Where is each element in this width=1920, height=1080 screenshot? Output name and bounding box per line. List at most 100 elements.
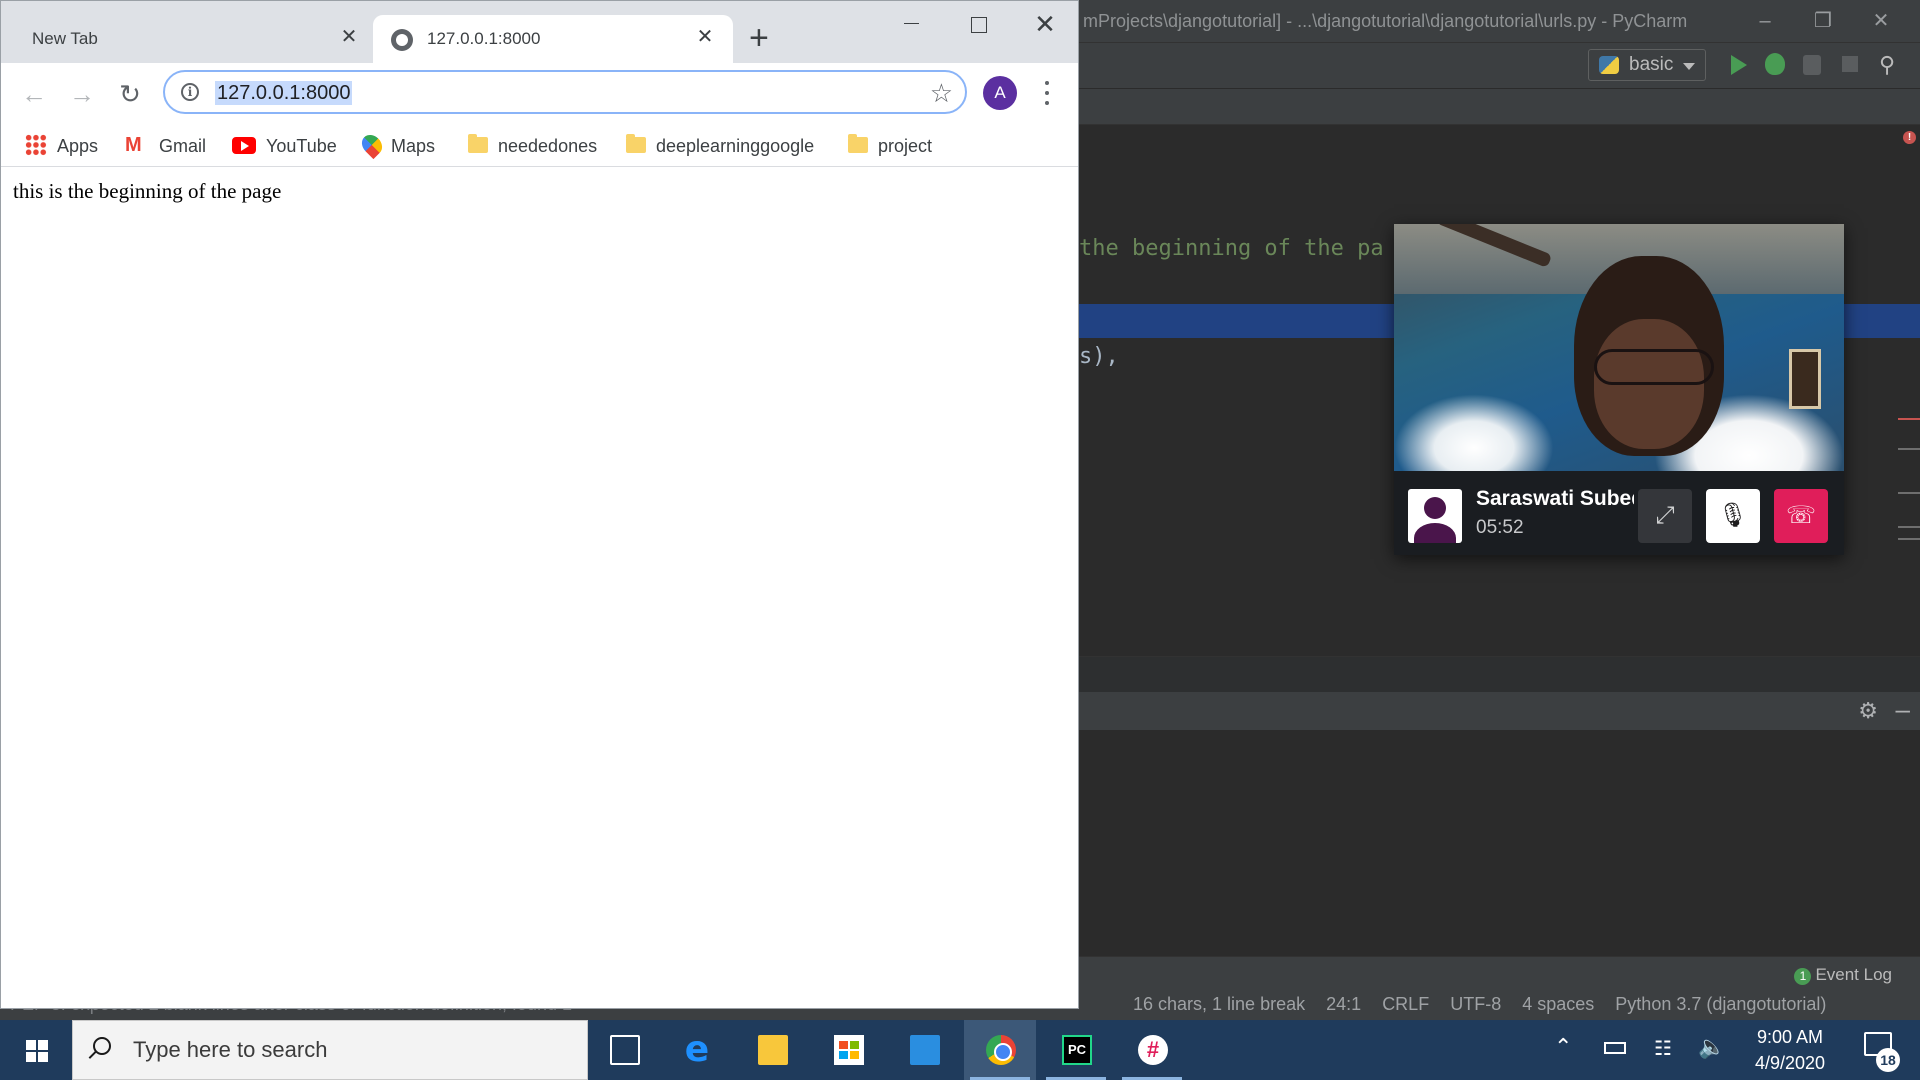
notification-count-badge: 18 xyxy=(1876,1048,1900,1072)
system-tray: ⌃ ☷ 🔈 9:00 AM 4/9/2020 18 xyxy=(1550,1020,1920,1080)
bookmark-project[interactable]: project xyxy=(848,125,932,167)
scroll-mark[interactable] xyxy=(1898,492,1920,494)
bookmark-gmail[interactable]: M Gmail xyxy=(125,125,206,167)
error-stripe-mark[interactable] xyxy=(1898,418,1920,420)
taskbar-search-box[interactable]: Type here to search xyxy=(72,1020,588,1080)
minimize-button[interactable] xyxy=(877,1,945,47)
taskbar-file-explorer[interactable] xyxy=(736,1020,808,1080)
bookmark-apps[interactable]: Apps xyxy=(25,125,98,167)
expand-icon[interactable]: ⤢ xyxy=(1638,489,1692,543)
chrome-icon xyxy=(986,1035,1016,1065)
bookmark-label: YouTube xyxy=(266,136,337,156)
site-info-icon[interactable]: i xyxy=(181,83,199,101)
chrome-menu-icon[interactable] xyxy=(1039,75,1055,111)
bookmark-maps[interactable]: Maps xyxy=(357,125,436,167)
code-line-string: the beginning of the pa xyxy=(1079,236,1384,261)
tab-new-tab[interactable]: New Tab ✕ xyxy=(1,15,371,63)
bookmark-label: neededones xyxy=(498,136,598,156)
taskbar-chrome[interactable] xyxy=(964,1020,1036,1080)
maps-icon xyxy=(357,131,387,160)
microphone-icon[interactable]: 🎙 xyxy=(1706,489,1760,543)
folder-icon xyxy=(848,134,868,154)
microsoft-store-icon xyxy=(834,1035,864,1065)
hang-up-icon[interactable]: ☏ xyxy=(1774,489,1828,543)
call-timer: 05:52 xyxy=(1476,517,1524,538)
taskbar-task-view[interactable] xyxy=(588,1020,660,1080)
close-window-button[interactable]: ✕ xyxy=(1011,1,1079,47)
caller-name: Saraswati Subedi xyxy=(1476,487,1634,510)
tool-window-bar: 1 Event Log xyxy=(1079,956,1920,988)
show-hidden-icons-icon[interactable]: ⌃ xyxy=(1554,1034,1572,1060)
mail-icon xyxy=(910,1035,940,1065)
bookmark-youtube[interactable]: YouTube xyxy=(232,125,337,167)
avatar xyxy=(1408,489,1462,543)
taskbar-microsoft-store[interactable] xyxy=(812,1020,884,1080)
video-feed xyxy=(1394,224,1844,471)
scroll-mark[interactable] xyxy=(1898,448,1920,450)
selection-info: 16 chars, 1 line break xyxy=(1133,994,1306,1014)
close-icon[interactable]: ✕ xyxy=(337,25,361,49)
debug-icon[interactable] xyxy=(1765,53,1785,75)
bookmark-label: Apps xyxy=(57,136,99,156)
stop-icon[interactable] xyxy=(1842,56,1858,72)
run-configuration-select[interactable]: basic xyxy=(1588,49,1706,81)
pycharm-window-title: mProjects\djangotutorial] - ...\djangotu… xyxy=(1083,11,1688,31)
hide-tool-window-icon[interactable]: – xyxy=(1896,694,1910,725)
pycharm-minimize-button[interactable]: – xyxy=(1737,0,1793,42)
wifi-icon[interactable]: ☷ xyxy=(1654,1036,1672,1061)
bookmark-neededones[interactable]: neededones xyxy=(468,125,597,167)
code-line: s), xyxy=(1079,344,1119,369)
tool-window-content[interactable] xyxy=(1079,730,1920,956)
call-controls-bar: Saraswati Subedi 05:52 ⤢ 🎙 ☏ xyxy=(1394,471,1844,555)
tab-strip: New Tab ✕ 127.0.0.1:8000 ✕ + ✕ xyxy=(1,1,1078,63)
chrome-window: New Tab ✕ 127.0.0.1:8000 ✕ + ✕ ← → ↻ i 1… xyxy=(0,0,1079,1009)
bookmark-star-icon[interactable]: ☆ xyxy=(930,78,953,108)
maximize-button[interactable] xyxy=(943,1,1011,47)
taskbar-edge[interactable]: e xyxy=(660,1020,732,1080)
pycharm-tab-bar xyxy=(1079,89,1920,125)
bookmark-label: Maps xyxy=(391,136,436,156)
line-separator[interactable]: CRLF xyxy=(1382,994,1429,1014)
pycharm-close-button[interactable]: ✕ xyxy=(1853,0,1909,42)
gear-icon[interactable]: ⚙ xyxy=(1858,698,1878,724)
taskbar-mail[interactable] xyxy=(888,1020,960,1080)
battery-icon[interactable] xyxy=(1604,1042,1626,1054)
start-button[interactable] xyxy=(0,1020,72,1080)
event-log-button[interactable]: 1 Event Log xyxy=(1794,965,1892,985)
profile-avatar[interactable]: A xyxy=(983,76,1017,110)
tab-localhost[interactable]: 127.0.0.1:8000 ✕ xyxy=(373,15,733,63)
pycharm-restore-button[interactable]: ❐ xyxy=(1795,0,1851,42)
caret-position[interactable]: 24:1 xyxy=(1326,994,1361,1014)
event-log-badge: 1 xyxy=(1794,968,1812,985)
back-button[interactable]: ← xyxy=(17,77,51,111)
file-explorer-icon xyxy=(758,1035,788,1065)
python-interpreter[interactable]: Python 3.7 (djangotutorial) xyxy=(1615,994,1826,1014)
video-call-window[interactable]: Saraswati Subedi 05:52 ⤢ 🎙 ☏ xyxy=(1394,224,1844,555)
close-icon[interactable]: ✕ xyxy=(693,25,717,49)
run-with-coverage-icon[interactable] xyxy=(1803,55,1821,75)
video-person-glasses xyxy=(1594,349,1714,385)
scroll-mark[interactable] xyxy=(1898,538,1920,540)
clock-time[interactable]: 9:00 AM xyxy=(1742,1027,1838,1048)
indent-setting[interactable]: 4 spaces xyxy=(1522,994,1594,1014)
scroll-mark[interactable] xyxy=(1898,526,1920,528)
search-everywhere-icon[interactable]: ⚲ xyxy=(1879,53,1903,77)
taskbar-pycharm[interactable]: PC xyxy=(1040,1020,1112,1080)
forward-button[interactable]: → xyxy=(65,77,99,111)
run-icon[interactable] xyxy=(1731,55,1747,75)
reload-button[interactable]: ↻ xyxy=(113,77,147,111)
address-bar-url[interactable]: 127.0.0.1:8000 xyxy=(215,81,353,105)
address-bar[interactable]: i 127.0.0.1:8000 ☆ xyxy=(163,70,967,114)
clock-date[interactable]: 4/9/2020 xyxy=(1742,1053,1838,1074)
file-encoding[interactable]: UTF-8 xyxy=(1450,994,1501,1014)
run-configuration-label: basic xyxy=(1629,54,1674,75)
taskbar-slack[interactable] xyxy=(1116,1020,1188,1080)
page-text: this is the beginning of the page xyxy=(13,179,282,203)
globe-icon xyxy=(391,29,413,51)
pycharm-title-bar: mProjects\djangotutorial] - ...\djangotu… xyxy=(1079,0,1920,42)
bookmarks-bar: Apps M Gmail YouTube Maps neededones deep… xyxy=(1,125,1078,167)
volume-icon[interactable]: 🔈 xyxy=(1698,1034,1725,1060)
error-indicator-icon[interactable]: ! xyxy=(1903,131,1916,144)
bookmark-deeplearninggoogle[interactable]: deeplearninggoogle xyxy=(626,125,814,167)
new-tab-button[interactable]: + xyxy=(749,21,769,55)
